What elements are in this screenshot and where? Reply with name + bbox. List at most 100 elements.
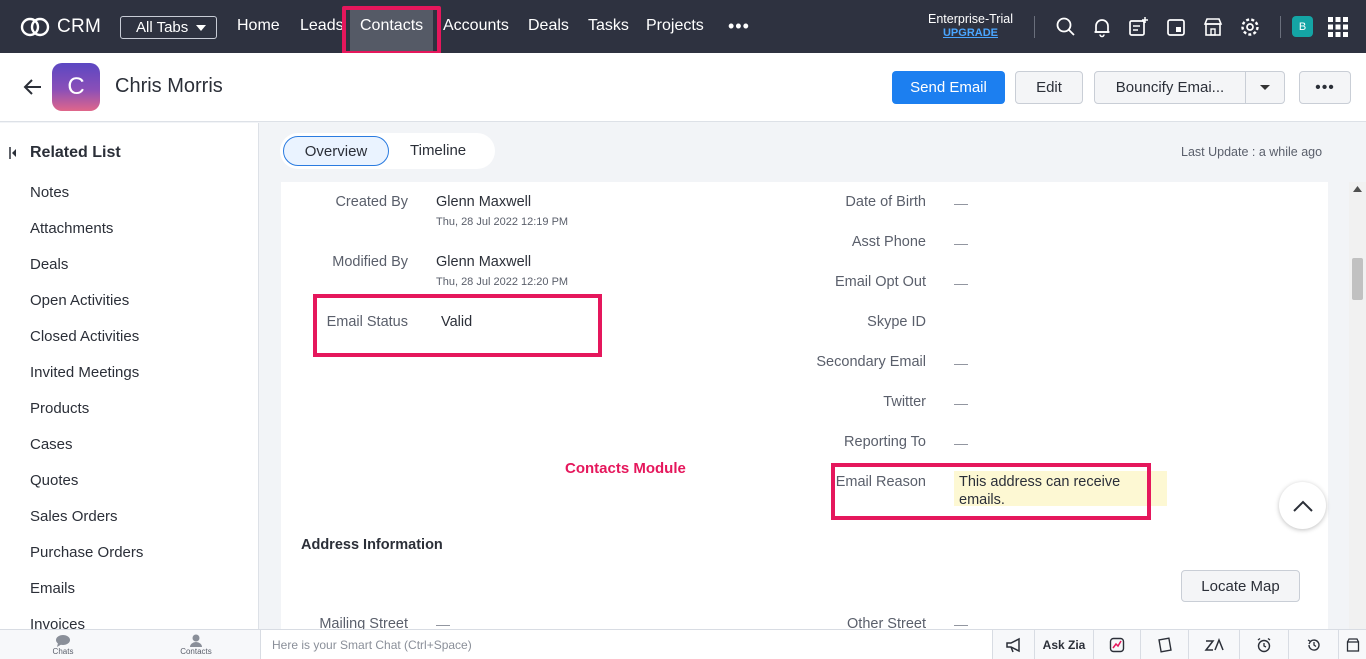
analytics-icon xyxy=(1109,637,1125,653)
crm-logo[interactable]: CRM xyxy=(19,14,101,40)
contacts-chat-button[interactable]: Contacts xyxy=(163,630,229,659)
related-item-sales-orders[interactable]: Sales Orders xyxy=(30,508,118,525)
person-icon xyxy=(190,634,202,647)
field-label-secondary-email: Secondary Email xyxy=(816,354,926,370)
nav-projects[interactable]: Projects xyxy=(646,17,704,35)
address-section-title: Address Information xyxy=(301,537,443,553)
announcement-button[interactable] xyxy=(992,630,1034,659)
field-sub-created-time: Thu, 28 Jul 2022 12:19 PM xyxy=(436,216,569,228)
related-item-invoices[interactable]: Invoices xyxy=(30,616,85,629)
locate-map-button[interactable]: Locate Map xyxy=(1181,570,1300,602)
collapse-panel-icon[interactable] xyxy=(9,147,17,159)
field-value-twitter[interactable]: — xyxy=(954,395,968,411)
user-avatar[interactable]: B xyxy=(1292,16,1313,37)
bell-icon[interactable] xyxy=(1091,16,1113,38)
field-value-secondary-email[interactable]: — xyxy=(954,355,968,371)
related-item-invited-meetings[interactable]: Invited Meetings xyxy=(30,364,139,381)
store-button[interactable] xyxy=(1338,630,1366,659)
marketplace-icon[interactable] xyxy=(1202,16,1224,38)
related-list-panel: Related List Notes Attachments Deals Ope… xyxy=(0,123,259,629)
notes-button[interactable] xyxy=(1140,630,1188,659)
field-label-twitter: Twitter xyxy=(883,394,926,410)
all-tabs-label: All Tabs xyxy=(136,19,189,36)
zia-button[interactable] xyxy=(1188,630,1239,659)
all-tabs-dropdown[interactable]: All Tabs xyxy=(120,16,217,39)
nav-contacts[interactable]: Contacts xyxy=(350,8,434,53)
note-icon xyxy=(1157,637,1172,653)
scroll-thumb[interactable] xyxy=(1352,258,1363,300)
field-value-reporting-to[interactable]: — xyxy=(954,435,968,451)
nav-more-icon[interactable]: ••• xyxy=(728,16,750,37)
back-arrow-icon[interactable] xyxy=(22,76,44,98)
nav-tasks[interactable]: Tasks xyxy=(588,17,629,35)
chevron-down-icon xyxy=(196,24,207,31)
tab-overview[interactable]: Overview xyxy=(283,136,389,166)
bouncify-email-button[interactable]: Bouncify Emai... xyxy=(1094,71,1285,104)
button-divider xyxy=(1245,72,1246,103)
field-value-email-status[interactable]: Valid xyxy=(441,314,472,330)
chats-button[interactable]: Chats xyxy=(30,630,96,659)
recent-items-button[interactable] xyxy=(1288,630,1338,659)
nav-accounts[interactable]: Accounts xyxy=(443,17,509,35)
scroll-to-top-button[interactable] xyxy=(1279,482,1326,529)
related-item-closed-activities[interactable]: Closed Activities xyxy=(30,328,139,345)
megaphone-icon xyxy=(1005,637,1020,653)
field-value-asst-phone[interactable]: — xyxy=(954,235,968,251)
upgrade-link[interactable]: UPGRADE xyxy=(928,27,1013,39)
related-item-quotes[interactable]: Quotes xyxy=(30,472,78,489)
related-item-open-activities[interactable]: Open Activities xyxy=(30,292,129,309)
nav-divider xyxy=(1034,16,1035,38)
app-grid-icon[interactable] xyxy=(1327,16,1349,38)
field-value-modified-by: Glenn Maxwell xyxy=(436,254,532,270)
store-icon xyxy=(1346,638,1359,652)
field-label-email-status: Email Status xyxy=(326,314,408,330)
nav-home[interactable]: Home xyxy=(237,17,280,35)
analytics-button[interactable] xyxy=(1093,630,1140,659)
field-label-email-opt-out: Email Opt Out xyxy=(834,274,926,290)
contact-avatar: C xyxy=(52,63,100,111)
field-sub-modified-time: Thu, 28 Jul 2022 12:20 PM xyxy=(436,276,569,288)
gear-icon[interactable] xyxy=(1239,16,1261,38)
ask-zia-button[interactable]: Ask Zia xyxy=(1034,630,1093,659)
content-scrollbar[interactable] xyxy=(1349,182,1366,629)
related-item-cases[interactable]: Cases xyxy=(30,436,73,453)
record-header: C Chris Morris Send Email Edit Bouncify … xyxy=(0,53,1366,122)
bouncify-label: Bouncify Emai... xyxy=(1115,79,1225,96)
top-navigation: CRM All Tabs Home Leads Contacts Account… xyxy=(0,0,1366,53)
nav-deals[interactable]: Deals xyxy=(528,17,569,35)
last-update-text: Last Update : a while ago xyxy=(1181,145,1323,159)
chevron-down-icon[interactable] xyxy=(1260,85,1270,90)
nav-leads[interactable]: Leads xyxy=(300,17,344,35)
field-value-date-of-birth[interactable]: — xyxy=(954,195,968,211)
field-label-email-reason: Email Reason xyxy=(835,474,926,490)
send-email-button[interactable]: Send Email xyxy=(892,71,1005,104)
related-item-products[interactable]: Products xyxy=(30,400,89,417)
related-item-emails[interactable]: Emails xyxy=(30,580,75,597)
chevron-up-icon xyxy=(1292,500,1313,512)
related-item-attachments[interactable]: Attachments xyxy=(30,220,113,237)
plan-info: Enterprise-Trial UPGRADE xyxy=(928,12,1013,39)
related-item-purchase-orders[interactable]: Purchase Orders xyxy=(30,544,143,561)
smart-chat-input[interactable]: Here is your Smart Chat (Ctrl+Space) xyxy=(260,630,992,659)
more-actions-button[interactable]: ••• xyxy=(1299,71,1351,104)
edit-button[interactable]: Edit xyxy=(1015,71,1083,104)
alarm-button[interactable] xyxy=(1239,630,1288,659)
app-name: CRM xyxy=(57,16,102,37)
field-label-reporting-to: Reporting To xyxy=(844,434,926,450)
scroll-up-arrow-icon[interactable] xyxy=(1349,183,1366,195)
field-value-email-opt-out[interactable]: — xyxy=(954,275,968,291)
related-item-notes[interactable]: Notes xyxy=(30,184,69,201)
chat-bubble-icon xyxy=(56,635,70,647)
related-list-title: Related List xyxy=(30,144,121,161)
calendar-icon[interactable] xyxy=(1165,16,1187,38)
add-record-icon[interactable] xyxy=(1127,16,1149,38)
search-icon[interactable] xyxy=(1055,16,1077,38)
tab-timeline[interactable]: Timeline xyxy=(410,142,466,159)
field-value-email-reason[interactable]: This address can receive emails. xyxy=(959,473,1139,509)
alarm-clock-icon xyxy=(1257,637,1271,653)
field-value-created-by: Glenn Maxwell xyxy=(436,194,532,210)
field-label-skype-id: Skype ID xyxy=(867,314,926,330)
related-item-deals[interactable]: Deals xyxy=(30,256,68,273)
chats-label: Chats xyxy=(52,647,74,656)
crm-logo-icon xyxy=(20,17,50,37)
